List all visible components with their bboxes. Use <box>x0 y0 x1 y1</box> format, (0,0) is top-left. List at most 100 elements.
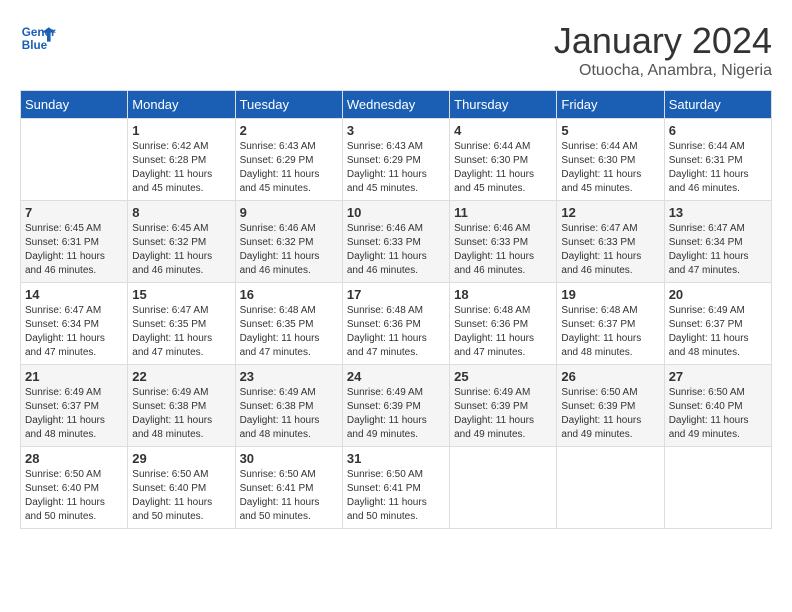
calendar-cell: 3 Sunrise: 6:43 AM Sunset: 6:29 PM Daylig… <box>342 119 449 201</box>
day-info: Sunrise: 6:44 AM Sunset: 6:30 PM Dayligh… <box>561 140 659 196</box>
calendar-cell: 24 Sunrise: 6:49 AM Sunset: 6:39 PM Dayli… <box>342 365 449 447</box>
calendar-week-row: 1Sunrise: 6:42 AM Sunset: 6:28 PM Daylig… <box>21 119 772 201</box>
day-info: Sunrise: 6:48 AM Sunset: 6:36 PM Dayligh… <box>347 304 445 360</box>
calendar-cell: 27Sunrise: 6:50 AM Sunset: 6:40 PM Dayli… <box>664 365 771 447</box>
header: General Blue January 2024 Otuocha, Anamb… <box>20 20 772 80</box>
calendar-cell: 13 Sunrise: 6:47 AM Sunset: 6:34 PM Dayli… <box>664 201 771 283</box>
day-info: Sunrise: 6:47 AM Sunset: 6:33 PM Dayligh… <box>561 222 659 278</box>
day-number: 17 <box>347 287 445 302</box>
day-info: Sunrise: 6:50 AM Sunset: 6:41 PM Dayligh… <box>347 468 445 524</box>
day-info: Sunrise: 6:49 AM Sunset: 6:38 PM Dayligh… <box>132 386 230 442</box>
day-info: Sunrise: 6:46 AM Sunset: 6:33 PM Dayligh… <box>347 222 445 278</box>
subtitle: Otuocha, Anambra, Nigeria <box>554 62 772 80</box>
calendar-cell: 6 Sunrise: 6:44 AM Sunset: 6:31 PM Daylig… <box>664 119 771 201</box>
calendar-cell: 25 Sunrise: 6:49 AM Sunset: 6:39 PM Dayli… <box>450 365 557 447</box>
calendar-cell: 15Sunrise: 6:47 AM Sunset: 6:35 PM Dayli… <box>128 283 235 365</box>
day-info: Sunrise: 6:50 AM Sunset: 6:41 PM Dayligh… <box>240 468 338 524</box>
calendar-cell: 16Sunrise: 6:48 AM Sunset: 6:35 PM Dayli… <box>235 283 342 365</box>
day-info: Sunrise: 6:50 AM Sunset: 6:40 PM Dayligh… <box>25 468 123 524</box>
day-of-week-header: Thursday <box>450 91 557 119</box>
day-info: Sunrise: 6:50 AM Sunset: 6:39 PM Dayligh… <box>561 386 659 442</box>
calendar-cell: 21Sunrise: 6:49 AM Sunset: 6:37 PM Dayli… <box>21 365 128 447</box>
calendar-cell: 5 Sunrise: 6:44 AM Sunset: 6:30 PM Daylig… <box>557 119 664 201</box>
day-info: Sunrise: 6:43 AM Sunset: 6:29 PM Dayligh… <box>347 140 445 196</box>
day-number: 3 <box>347 123 445 138</box>
logo: General Blue <box>20 20 56 56</box>
day-of-week-header: Monday <box>128 91 235 119</box>
calendar-cell: 8Sunrise: 6:45 AM Sunset: 6:32 PM Daylig… <box>128 201 235 283</box>
day-of-week-header: Sunday <box>21 91 128 119</box>
day-number: 15 <box>132 287 230 302</box>
calendar-cell: 18 Sunrise: 6:48 AM Sunset: 6:36 PM Dayli… <box>450 283 557 365</box>
calendar-cell: 30Sunrise: 6:50 AM Sunset: 6:41 PM Dayli… <box>235 447 342 529</box>
day-number: 5 <box>561 123 659 138</box>
day-info: Sunrise: 6:42 AM Sunset: 6:28 PM Dayligh… <box>132 140 230 196</box>
month-title: January 2024 <box>554 20 772 62</box>
day-number: 28 <box>25 451 123 466</box>
calendar-cell: 2 Sunrise: 6:43 AM Sunset: 6:29 PM Daylig… <box>235 119 342 201</box>
day-info: Sunrise: 6:45 AM Sunset: 6:31 PM Dayligh… <box>25 222 123 278</box>
day-info: Sunrise: 6:50 AM Sunset: 6:40 PM Dayligh… <box>132 468 230 524</box>
day-number: 25 <box>454 369 552 384</box>
calendar-cell: 7 Sunrise: 6:45 AM Sunset: 6:31 PM Daylig… <box>21 201 128 283</box>
day-info: Sunrise: 6:47 AM Sunset: 6:34 PM Dayligh… <box>25 304 123 360</box>
calendar-cell <box>664 447 771 529</box>
day-info: Sunrise: 6:44 AM Sunset: 6:30 PM Dayligh… <box>454 140 552 196</box>
calendar-cell <box>557 447 664 529</box>
day-info: Sunrise: 6:47 AM Sunset: 6:34 PM Dayligh… <box>669 222 767 278</box>
calendar-cell <box>450 447 557 529</box>
day-number: 2 <box>240 123 338 138</box>
day-number: 10 <box>347 205 445 220</box>
day-info: Sunrise: 6:49 AM Sunset: 6:38 PM Dayligh… <box>240 386 338 442</box>
calendar-cell: 20Sunrise: 6:49 AM Sunset: 6:37 PM Dayli… <box>664 283 771 365</box>
day-info: Sunrise: 6:49 AM Sunset: 6:37 PM Dayligh… <box>669 304 767 360</box>
calendar-week-row: 28 Sunrise: 6:50 AM Sunset: 6:40 PM Dayli… <box>21 447 772 529</box>
day-number: 23 <box>240 369 338 384</box>
svg-text:General: General <box>22 26 56 39</box>
day-number: 18 <box>454 287 552 302</box>
logo-icon: General Blue <box>20 20 56 56</box>
day-number: 19 <box>561 287 659 302</box>
calendar-cell: 1Sunrise: 6:42 AM Sunset: 6:28 PM Daylig… <box>128 119 235 201</box>
svg-text:Blue: Blue <box>22 39 48 52</box>
day-number: 26 <box>561 369 659 384</box>
day-info: Sunrise: 6:48 AM Sunset: 6:36 PM Dayligh… <box>454 304 552 360</box>
day-number: 11 <box>454 205 552 220</box>
calendar-cell: 9Sunrise: 6:46 AM Sunset: 6:32 PM Daylig… <box>235 201 342 283</box>
calendar-cell: 4Sunrise: 6:44 AM Sunset: 6:30 PM Daylig… <box>450 119 557 201</box>
calendar-cell: 29 Sunrise: 6:50 AM Sunset: 6:40 PM Dayli… <box>128 447 235 529</box>
day-number: 12 <box>561 205 659 220</box>
calendar-header-row: SundayMondayTuesdayWednesdayThursdayFrid… <box>21 91 772 119</box>
day-of-week-header: Saturday <box>664 91 771 119</box>
day-number: 31 <box>347 451 445 466</box>
day-number: 14 <box>25 287 123 302</box>
day-number: 6 <box>669 123 767 138</box>
calendar-cell: 26 Sunrise: 6:50 AM Sunset: 6:39 PM Dayli… <box>557 365 664 447</box>
calendar-cell: 28 Sunrise: 6:50 AM Sunset: 6:40 PM Dayli… <box>21 447 128 529</box>
day-info: Sunrise: 6:46 AM Sunset: 6:33 PM Dayligh… <box>454 222 552 278</box>
day-number: 7 <box>25 205 123 220</box>
calendar-cell <box>21 119 128 201</box>
calendar-cell: 10 Sunrise: 6:46 AM Sunset: 6:33 PM Dayli… <box>342 201 449 283</box>
calendar-cell: 12 Sunrise: 6:47 AM Sunset: 6:33 PM Dayli… <box>557 201 664 283</box>
calendar-cell: 11 Sunrise: 6:46 AM Sunset: 6:33 PM Dayli… <box>450 201 557 283</box>
day-info: Sunrise: 6:48 AM Sunset: 6:35 PM Dayligh… <box>240 304 338 360</box>
day-info: Sunrise: 6:43 AM Sunset: 6:29 PM Dayligh… <box>240 140 338 196</box>
day-info: Sunrise: 6:49 AM Sunset: 6:39 PM Dayligh… <box>347 386 445 442</box>
calendar-week-row: 14 Sunrise: 6:47 AM Sunset: 6:34 PM Dayli… <box>21 283 772 365</box>
title-area: January 2024 Otuocha, Anambra, Nigeria <box>554 20 772 80</box>
day-number: 24 <box>347 369 445 384</box>
day-number: 8 <box>132 205 230 220</box>
day-info: Sunrise: 6:50 AM Sunset: 6:40 PM Dayligh… <box>669 386 767 442</box>
day-number: 29 <box>132 451 230 466</box>
day-info: Sunrise: 6:48 AM Sunset: 6:37 PM Dayligh… <box>561 304 659 360</box>
day-number: 13 <box>669 205 767 220</box>
day-info: Sunrise: 6:49 AM Sunset: 6:39 PM Dayligh… <box>454 386 552 442</box>
calendar-table: SundayMondayTuesdayWednesdayThursdayFrid… <box>20 90 772 529</box>
calendar-cell: 23 Sunrise: 6:49 AM Sunset: 6:38 PM Dayli… <box>235 365 342 447</box>
day-number: 22 <box>132 369 230 384</box>
day-of-week-header: Tuesday <box>235 91 342 119</box>
calendar-cell: 19 Sunrise: 6:48 AM Sunset: 6:37 PM Dayli… <box>557 283 664 365</box>
calendar-cell: 31 Sunrise: 6:50 AM Sunset: 6:41 PM Dayli… <box>342 447 449 529</box>
day-info: Sunrise: 6:44 AM Sunset: 6:31 PM Dayligh… <box>669 140 767 196</box>
